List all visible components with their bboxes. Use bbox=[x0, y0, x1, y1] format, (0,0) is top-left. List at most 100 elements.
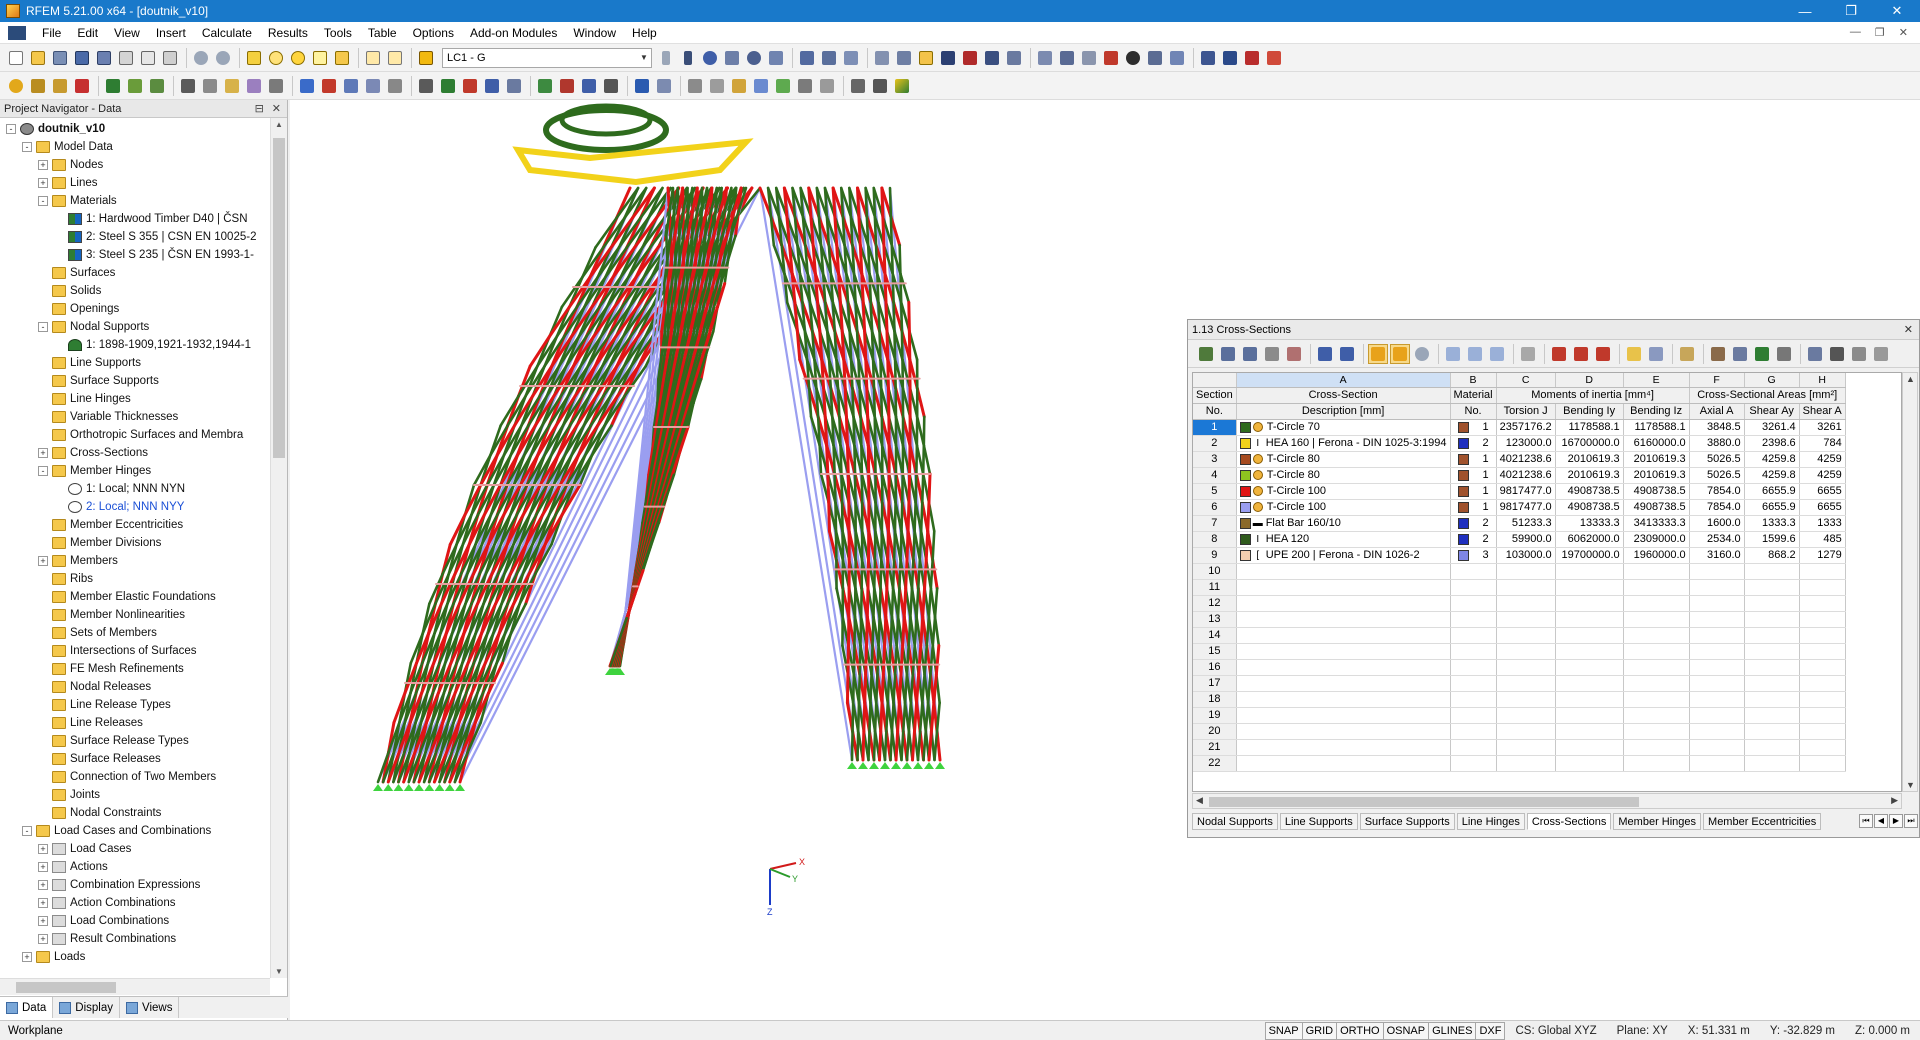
cell-az[interactable]: 6655 bbox=[1799, 499, 1845, 515]
expand-icon[interactable]: + bbox=[38, 880, 48, 890]
diagonal-member[interactable] bbox=[869, 703, 870, 732]
diagonal-member[interactable] bbox=[846, 417, 847, 446]
scroll-thumb[interactable] bbox=[1209, 797, 1639, 807]
previous-load-case-icon[interactable] bbox=[656, 48, 676, 68]
node-icon[interactable] bbox=[6, 76, 26, 96]
move-icon[interactable] bbox=[460, 76, 480, 96]
surface-support-icon[interactable] bbox=[147, 76, 167, 96]
diagonal-member[interactable] bbox=[868, 245, 869, 274]
diagonal-member[interactable] bbox=[854, 646, 855, 675]
tree-item[interactable]: +Nodes bbox=[0, 156, 270, 174]
empty-cell[interactable] bbox=[1236, 739, 1450, 755]
diagonal-member[interactable] bbox=[934, 674, 936, 703]
diagonal-member[interactable] bbox=[902, 503, 903, 532]
table-toggle-icon[interactable] bbox=[363, 48, 383, 68]
table-tab-surface-supports[interactable]: Surface Supports bbox=[1360, 813, 1455, 830]
table-tab-member-eccentricities[interactable]: Member Eccentricities bbox=[1703, 813, 1821, 830]
diagonal-member[interactable] bbox=[858, 188, 859, 217]
diagonal-member[interactable] bbox=[835, 331, 837, 360]
table-rows-icon[interactable] bbox=[1646, 344, 1666, 364]
cell-a[interactable]: 1600.0 bbox=[1689, 515, 1744, 531]
diagonal-member[interactable] bbox=[891, 617, 892, 646]
tree-item[interactable]: Member Nonlinearities bbox=[0, 606, 270, 624]
diagonal-member[interactable] bbox=[887, 331, 888, 360]
filter-icon[interactable] bbox=[870, 76, 890, 96]
table-row-empty[interactable]: 16 bbox=[1193, 659, 1845, 675]
annotation-icon[interactable] bbox=[707, 76, 727, 96]
tree-item[interactable]: Surface Release Types bbox=[0, 732, 270, 750]
tree-item[interactable]: Solids bbox=[0, 282, 270, 300]
empty-cell[interactable] bbox=[1450, 691, 1496, 707]
close-button[interactable]: ✕ bbox=[1874, 0, 1920, 22]
status-toggle-glines[interactable]: GLINES bbox=[1428, 1022, 1476, 1040]
solid-icon[interactable] bbox=[244, 76, 264, 96]
cell-material[interactable]: 1 bbox=[1450, 467, 1496, 483]
diagonal-member[interactable] bbox=[852, 731, 853, 760]
diagonal-member[interactable] bbox=[921, 617, 923, 646]
empty-cell[interactable] bbox=[1689, 579, 1744, 595]
empty-cell[interactable] bbox=[1555, 675, 1623, 691]
new-file-icon[interactable] bbox=[6, 48, 26, 68]
empty-cell[interactable] bbox=[1236, 691, 1450, 707]
diagonal-member[interactable] bbox=[877, 274, 878, 303]
empty-cell[interactable] bbox=[1744, 579, 1799, 595]
diagonal-member[interactable] bbox=[900, 274, 901, 303]
diagonal-member[interactable] bbox=[871, 302, 872, 331]
tree-item[interactable]: +Combination Expressions bbox=[0, 876, 270, 894]
diagonal-member[interactable] bbox=[898, 703, 900, 732]
diagonal-member[interactable] bbox=[858, 703, 859, 732]
diagonal-member[interactable] bbox=[820, 445, 821, 474]
diagonal-member[interactable] bbox=[892, 245, 893, 274]
tree-item[interactable]: +Members bbox=[0, 552, 270, 570]
diagonal-member[interactable] bbox=[860, 388, 861, 417]
menu-window[interactable]: Window bbox=[565, 22, 624, 44]
diagonal-member[interactable] bbox=[848, 474, 849, 503]
diagonal-member[interactable] bbox=[873, 360, 874, 389]
empty-cell[interactable] bbox=[1236, 563, 1450, 579]
cell-iz[interactable]: 1178588.1 bbox=[1623, 419, 1689, 435]
diagonal-member[interactable] bbox=[909, 474, 910, 503]
tree-item[interactable]: 3: Steel S 235 | ČSN EN 1993-1- bbox=[0, 246, 270, 264]
section-icon[interactable] bbox=[819, 48, 839, 68]
minimize-button[interactable]: — bbox=[1782, 0, 1828, 22]
row-number[interactable]: 21 bbox=[1193, 739, 1236, 755]
member-set-icon[interactable] bbox=[72, 76, 92, 96]
empty-cell[interactable] bbox=[1555, 579, 1623, 595]
empty-cell[interactable] bbox=[1496, 723, 1555, 739]
mdi-close-button[interactable]: ✕ bbox=[1899, 26, 1908, 39]
table-row-empty[interactable]: 13 bbox=[1193, 611, 1845, 627]
tree-item[interactable]: +Load Combinations bbox=[0, 912, 270, 930]
empty-cell[interactable] bbox=[1744, 659, 1799, 675]
diagonal-member[interactable] bbox=[912, 560, 913, 589]
nodal-support-icon[interactable] bbox=[445, 784, 455, 791]
empty-cell[interactable] bbox=[1623, 755, 1689, 771]
menu-file[interactable]: File bbox=[34, 22, 69, 44]
row-number[interactable]: 9 bbox=[1193, 547, 1236, 563]
diagonal-member[interactable] bbox=[858, 360, 859, 389]
empty-cell[interactable] bbox=[1555, 595, 1623, 611]
empty-cell[interactable] bbox=[1450, 627, 1496, 643]
diagonal-member[interactable] bbox=[894, 331, 895, 360]
table-previous-icon[interactable] bbox=[1315, 344, 1335, 364]
print-pdf-icon[interactable] bbox=[1264, 48, 1284, 68]
cell-description[interactable]: IHEA 160 | Ferona - DIN 1025-3:1994 bbox=[1236, 435, 1450, 451]
cell-iy[interactable]: 2010619.3 bbox=[1555, 467, 1623, 483]
empty-cell[interactable] bbox=[1799, 659, 1845, 675]
nodal-support-icon[interactable] bbox=[869, 762, 879, 769]
diagonal-member[interactable] bbox=[910, 588, 912, 617]
cell-iz[interactable]: 4908738.5 bbox=[1623, 499, 1689, 515]
tree-item[interactable]: Openings bbox=[0, 300, 270, 318]
empty-cell[interactable] bbox=[1450, 643, 1496, 659]
settings-icon[interactable] bbox=[1167, 48, 1187, 68]
print-report-icon[interactable] bbox=[138, 48, 158, 68]
load-node-icon[interactable] bbox=[297, 76, 317, 96]
scroll-thumb[interactable] bbox=[16, 982, 116, 993]
scale-icon[interactable] bbox=[601, 76, 621, 96]
diagonal-member[interactable] bbox=[923, 588, 925, 617]
empty-cell[interactable] bbox=[1555, 707, 1623, 723]
cell-az[interactable]: 784 bbox=[1799, 435, 1845, 451]
diagonal-member[interactable] bbox=[873, 617, 874, 646]
cell-material[interactable]: 3 bbox=[1450, 547, 1496, 563]
cell-description[interactable]: ▬Flat Bar 160/10 bbox=[1236, 515, 1450, 531]
diagonal-member[interactable] bbox=[916, 474, 917, 503]
